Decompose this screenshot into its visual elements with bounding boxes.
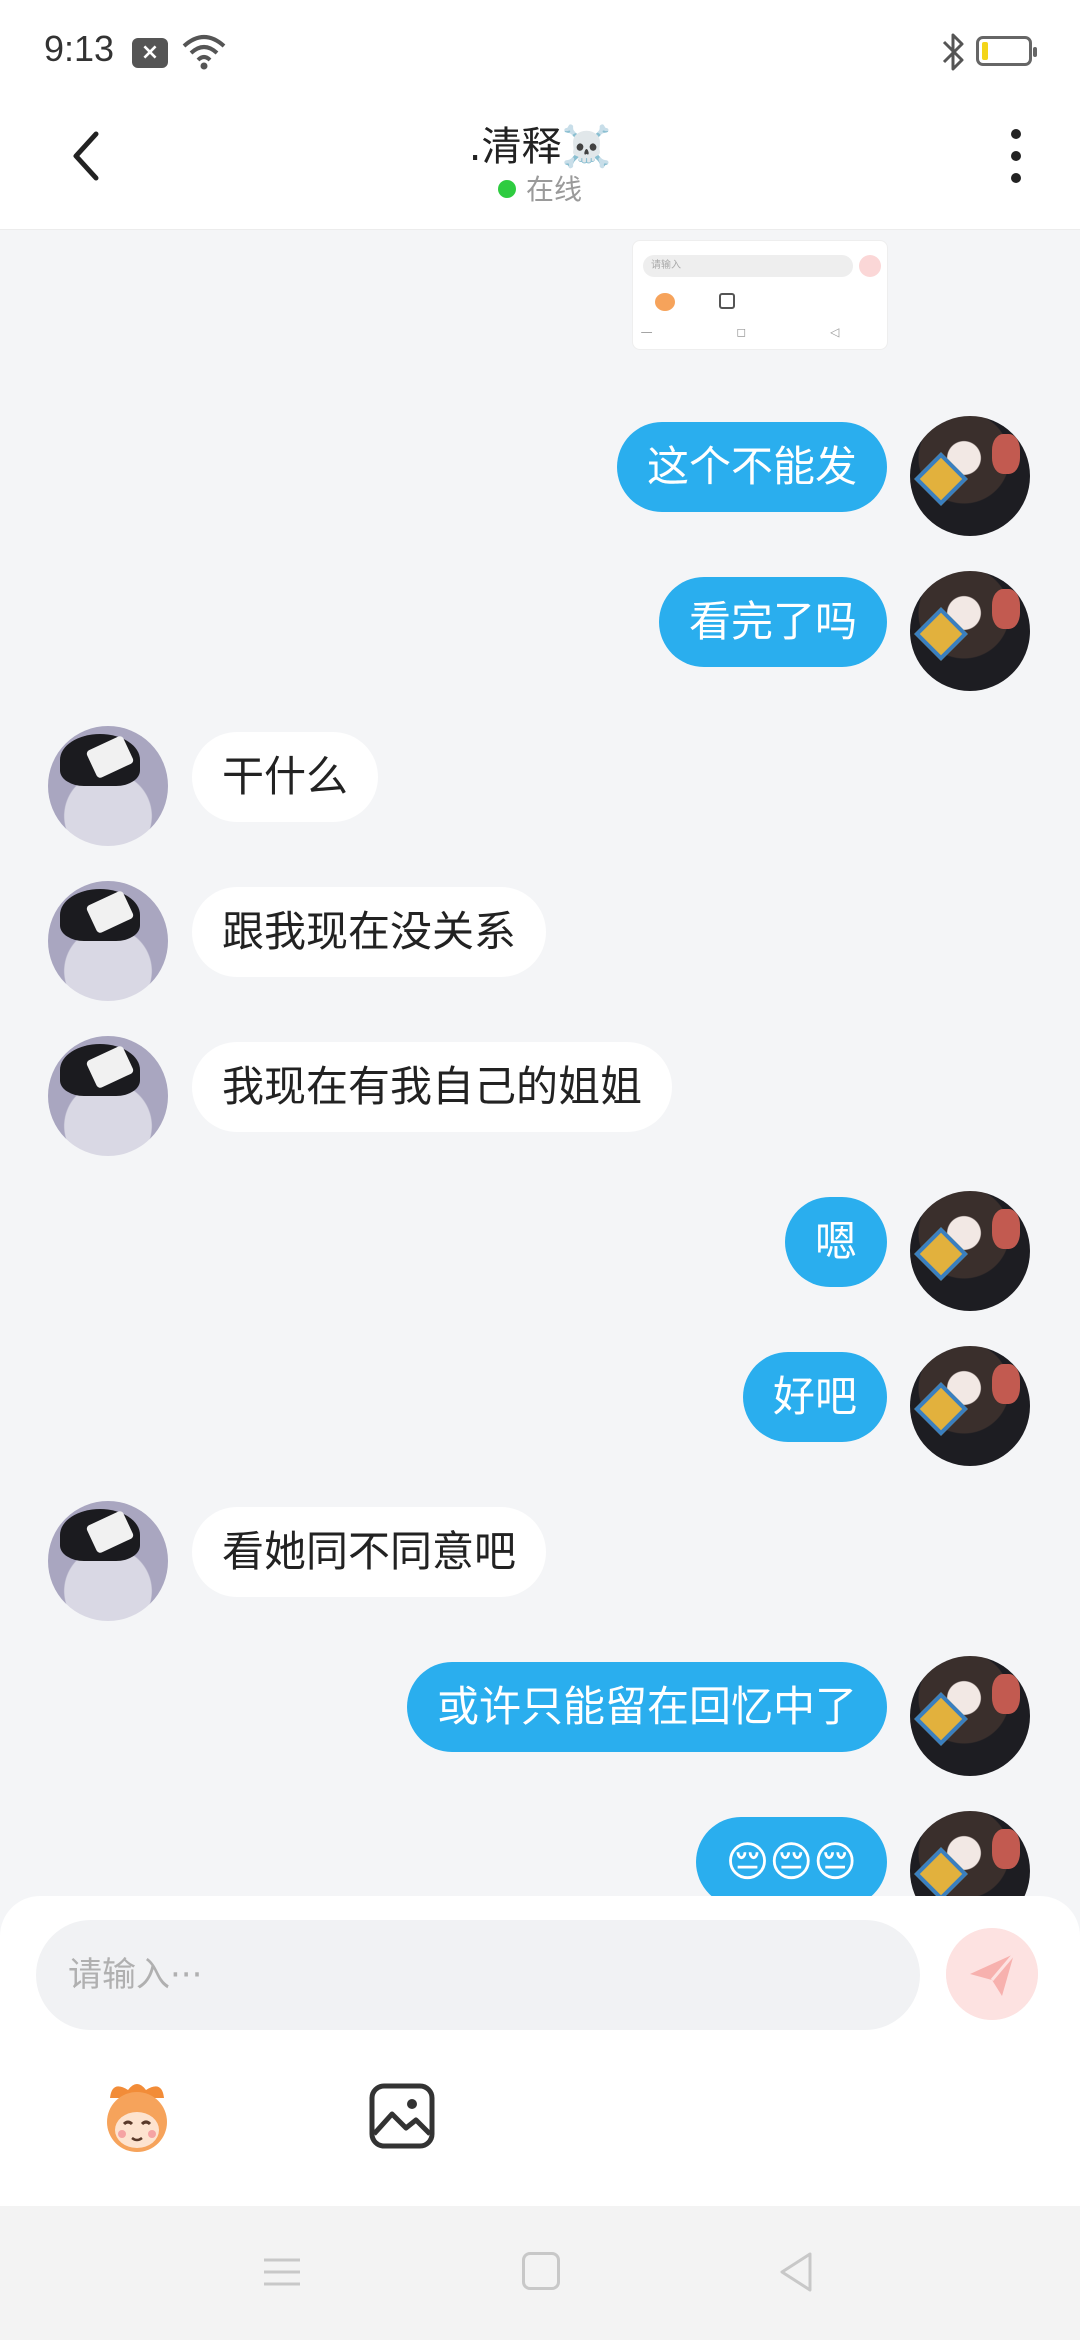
message-bubble[interactable]: 看完了吗 <box>658 577 887 667</box>
online-status-label: 在线 <box>525 173 582 206</box>
thumbnail-nav-bar: — ◻ ◁ <box>640 325 880 339</box>
message-bubble[interactable]: 嗯 <box>784 1197 887 1287</box>
message-bubble[interactable]: 跟我现在没关系 <box>192 887 547 977</box>
my-avatar[interactable] <box>910 1191 1030 1311</box>
message-bubble[interactable]: 看她同不同意吧 <box>192 1507 547 1597</box>
wifi-icon <box>182 35 226 70</box>
contact-avatar[interactable] <box>48 1036 168 1156</box>
my-avatar[interactable] <box>910 1656 1030 1776</box>
message-bubble[interactable]: 我现在有我自己的姐姐 <box>192 1042 673 1132</box>
message-row: 看完了吗 <box>0 571 1080 695</box>
message-row: 嗯 <box>0 1191 1080 1315</box>
message-row: 😔😔😔 <box>0 1811 1080 1896</box>
home-icon[interactable] <box>522 2252 560 2290</box>
message-row: 好吧 <box>0 1346 1080 1470</box>
message-bubble[interactable]: 好吧 <box>742 1352 887 1442</box>
menu-icon[interactable] <box>262 2252 302 2292</box>
my-avatar[interactable] <box>910 1811 1030 1896</box>
my-avatar[interactable] <box>910 416 1030 536</box>
bluetooth-icon <box>942 33 964 71</box>
status-bar: 9:13 × <box>0 0 1080 100</box>
message-bubble[interactable]: 😔😔😔 <box>695 1817 887 1896</box>
message-input[interactable]: 请输入··· <box>36 1920 920 2030</box>
online-dot-icon <box>497 180 516 198</box>
composer-panel: 请输入··· <box>0 1896 1080 2206</box>
message-bubble[interactable]: 或许只能留在回忆中了 <box>406 1662 887 1752</box>
contact-avatar[interactable] <box>48 1501 168 1621</box>
chat-header: .清释☠️ 在线 <box>0 100 1080 230</box>
thumbnail-image-icon <box>719 293 735 309</box>
contact-avatar[interactable] <box>48 881 168 1001</box>
thumbnail-emoji-icon <box>655 293 675 311</box>
thumbnail-send-icon <box>859 255 881 277</box>
online-status: 在线 <box>0 168 1080 208</box>
chat-messages[interactable]: 请输入 — ◻ ◁ 这个不能发 看完了吗 干什么 跟我现在没关系 我现在有我自己… <box>0 230 1080 1896</box>
image-message-thumbnail[interactable]: 请输入 — ◻ ◁ <box>632 240 888 350</box>
battery-icon <box>976 36 1037 66</box>
battery-level <box>982 42 988 60</box>
emoji-icon[interactable] <box>92 2076 182 2156</box>
message-row: 或许只能留在回忆中了 <box>0 1656 1080 1780</box>
notification-icon: × <box>132 38 168 68</box>
back-triangle-icon[interactable] <box>776 2250 816 2294</box>
message-bubble[interactable]: 干什么 <box>192 732 379 822</box>
thumbnail-input: 请输入 <box>643 255 853 277</box>
more-vertical-icon[interactable] <box>998 124 1034 188</box>
my-avatar[interactable] <box>910 1346 1030 1466</box>
my-avatar[interactable] <box>910 571 1030 691</box>
message-row: 这个不能发 <box>0 416 1080 540</box>
message-row: 我现在有我自己的姐姐 <box>0 1036 1080 1160</box>
message-bubble[interactable]: 这个不能发 <box>616 422 887 512</box>
system-nav-bar <box>0 2206 1080 2340</box>
status-time: 9:13 <box>44 28 115 69</box>
contact-avatar[interactable] <box>48 726 168 846</box>
message-row: 看她同不同意吧 <box>0 1501 1080 1625</box>
message-row: 跟我现在没关系 <box>0 881 1080 1005</box>
send-icon[interactable] <box>946 1928 1038 2020</box>
contact-name: .清释☠️ <box>468 124 612 170</box>
image-icon[interactable] <box>368 2082 436 2150</box>
message-row: 干什么 <box>0 726 1080 850</box>
